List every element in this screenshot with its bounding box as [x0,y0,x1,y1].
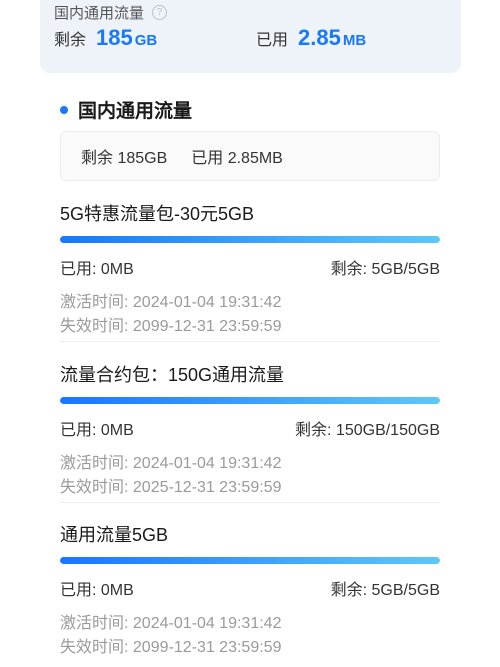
section-summary-box: 剩余 185GB 已用 2.85MB [60,131,440,181]
used-stat: 已用 2.85 MB [256,25,366,51]
divider [60,341,440,342]
package-dates: 激活时间: 2024-01-04 19:31:42 失效时间: 2099-12-… [60,291,440,339]
package-activated: 激活时间: 2024-01-04 19:31:42 [60,615,282,632]
package-used: 已用: 0MB [60,422,134,439]
help-icon[interactable]: ? [152,5,168,20]
package-item: 5G特惠流量包-30元5GB 已用: 0MB 剩余: 5GB/5GB 激活时间:… [60,202,440,339]
summary-card-title: 国内通用流量 [54,5,145,22]
package-progress-fill [60,236,440,243]
package-activated: 激活时间: 2024-01-04 19:31:42 [60,455,282,472]
package-item: 流量合约包：150G通用流量 已用: 0MB 剩余: 150GB/150GB 激… [60,363,440,500]
summary-used: 已用 2.85MB [191,150,283,167]
used-label: 已用 [256,32,289,49]
remaining-label: 剩余 [54,32,87,49]
package-used: 已用: 0MB [60,261,134,278]
package-dates: 激活时间: 2024-01-04 19:31:42 失效时间: 2025-12-… [60,452,440,500]
package-progress-bar [60,236,440,243]
package-expires: 失效时间: 2099-12-31 23:59:59 [60,639,282,656]
package-usage-row: 已用: 0MB 剩余: 150GB/150GB [60,416,440,440]
package-progress-bar [60,557,440,564]
used-value: 2.85 [298,25,341,50]
package-used: 已用: 0MB [60,582,134,599]
package-item: 通用流量5GB 已用: 0MB 剩余: 5GB/5GB 激活时间: 2024-0… [60,523,440,660]
data-summary-card: 国内通用流量 ? 剩余 185 GB 已用 2.85 MB [40,0,461,73]
package-expires: 失效时间: 2025-12-31 23:59:59 [60,479,282,496]
package-usage-row: 已用: 0MB 剩余: 5GB/5GB [60,576,440,600]
bullet-dot-icon [60,105,68,114]
package-remaining: 剩余: 5GB/5GB [330,582,440,599]
package-name: 通用流量5GB [60,525,169,545]
package-remaining: 剩余: 150GB/150GB [295,422,440,439]
summary-remaining: 剩余 185GB [81,150,168,167]
package-name: 5G特惠流量包-30元5GB [60,204,255,224]
package-expires: 失效时间: 2099-12-31 23:59:59 [60,318,282,335]
package-progress-bar [60,397,440,404]
package-progress-fill [60,397,440,404]
package-remaining: 剩余: 5GB/5GB [330,261,440,278]
package-dates: 激活时间: 2024-01-04 19:31:42 失效时间: 2099-12-… [60,612,440,660]
package-name: 流量合约包：150G通用流量 [60,365,285,385]
remaining-unit: GB [134,32,158,49]
remaining-stat: 剩余 185 GB [54,25,157,51]
package-usage-row: 已用: 0MB 剩余: 5GB/5GB [60,255,440,279]
package-progress-fill [60,557,440,564]
divider [60,502,440,503]
package-activated: 激活时间: 2024-01-04 19:31:42 [60,294,282,311]
remaining-value: 185 [96,25,133,50]
section-heading: 国内通用流量 [60,96,192,123]
summary-card-title-row: 国内通用流量 ? [54,2,168,23]
section-title: 国内通用流量 [78,101,193,122]
used-unit: MB [342,32,367,49]
